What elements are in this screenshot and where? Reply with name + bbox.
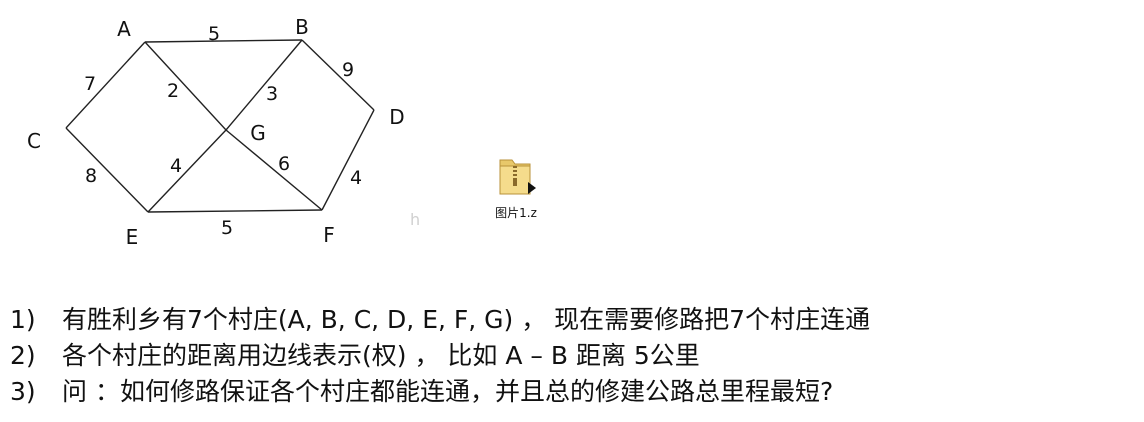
weights-layer: 5 7 2 3 9 8 4 6 4 5	[84, 23, 362, 239]
edge-d-f	[321, 109, 375, 211]
edge-weight-d-f: 4	[350, 167, 362, 189]
edge-weight-e-f: 5	[221, 217, 233, 239]
item-text: 各个村庄的距离用边线表示(权) ， 比如 A – B 距离 5公里	[62, 341, 700, 370]
vertex-label-d: D	[389, 105, 404, 129]
edge-weight-a-c: 7	[84, 73, 96, 95]
vertex-label-f: F	[323, 223, 335, 247]
edge-weight-b-d: 9	[342, 59, 354, 81]
edge-g-f	[225, 129, 323, 211]
problem-statement: 1) 有胜利乡有7个村庄(A, B, C, D, E, F, G) ， 现在需要…	[10, 302, 870, 410]
vertex-label-b: B	[295, 15, 309, 39]
edge-weight-a-b: 5	[208, 23, 220, 45]
vertex-label-c: C	[27, 129, 41, 153]
edge-a-c	[65, 41, 146, 129]
item-number: 3)	[10, 377, 36, 406]
file-icon-item[interactable]: 图片1.z	[486, 152, 546, 232]
problem-item-3: 3) 问 ：如何修路保证各个村庄都能连通，并且总的修建公路总里程最短?	[10, 374, 870, 410]
folder-zip-icon	[499, 159, 536, 195]
edge-weight-b-g: 3	[266, 83, 278, 105]
item-text: 问 ：如何修路保证各个村庄都能连通，并且总的修建公路总里程最短?	[62, 377, 834, 406]
item-number: 1)	[10, 305, 36, 334]
edge-weight-a-g: 2	[167, 80, 179, 102]
problem-item-2: 2) 各个村庄的距离用边线表示(权) ， 比如 A – B 距离 5公里	[10, 338, 870, 374]
edge-weight-g-f: 6	[278, 153, 290, 175]
edge-e-g	[147, 129, 227, 213]
file-label: 图片1.z	[495, 206, 537, 220]
edge-weight-e-g: 4	[170, 155, 182, 177]
stray-character: h	[410, 210, 421, 229]
edge-e-f	[147, 209, 323, 213]
item-number: 2)	[10, 341, 36, 370]
vertex-label-e: E	[126, 225, 139, 249]
problem-item-1: 1) 有胜利乡有7个村庄(A, B, C, D, E, F, G) ， 现在需要…	[10, 302, 870, 338]
vertex-label-g: G	[250, 121, 266, 145]
edge-c-e	[65, 127, 149, 213]
vertices-layer: A B C D E F G	[27, 15, 405, 249]
edge-b-g	[225, 39, 303, 131]
edge-weight-c-e: 8	[85, 165, 97, 187]
item-text: 有胜利乡有7个村庄(A, B, C, D, E, F, G) ， 现在需要修路把…	[62, 305, 871, 334]
graph-canvas: 5 7 2 3 9 8 4 6 4 5 A B C D E F G	[27, 15, 405, 249]
edge-b-d	[301, 39, 375, 111]
edge-a-g	[144, 41, 227, 131]
vertex-label-a: A	[117, 17, 131, 41]
edges-layer	[65, 39, 375, 213]
village-graph: 5 7 2 3 9 8 4 6 4 5 A B C D E F G	[0, 0, 460, 260]
edge-a-b	[144, 39, 303, 43]
